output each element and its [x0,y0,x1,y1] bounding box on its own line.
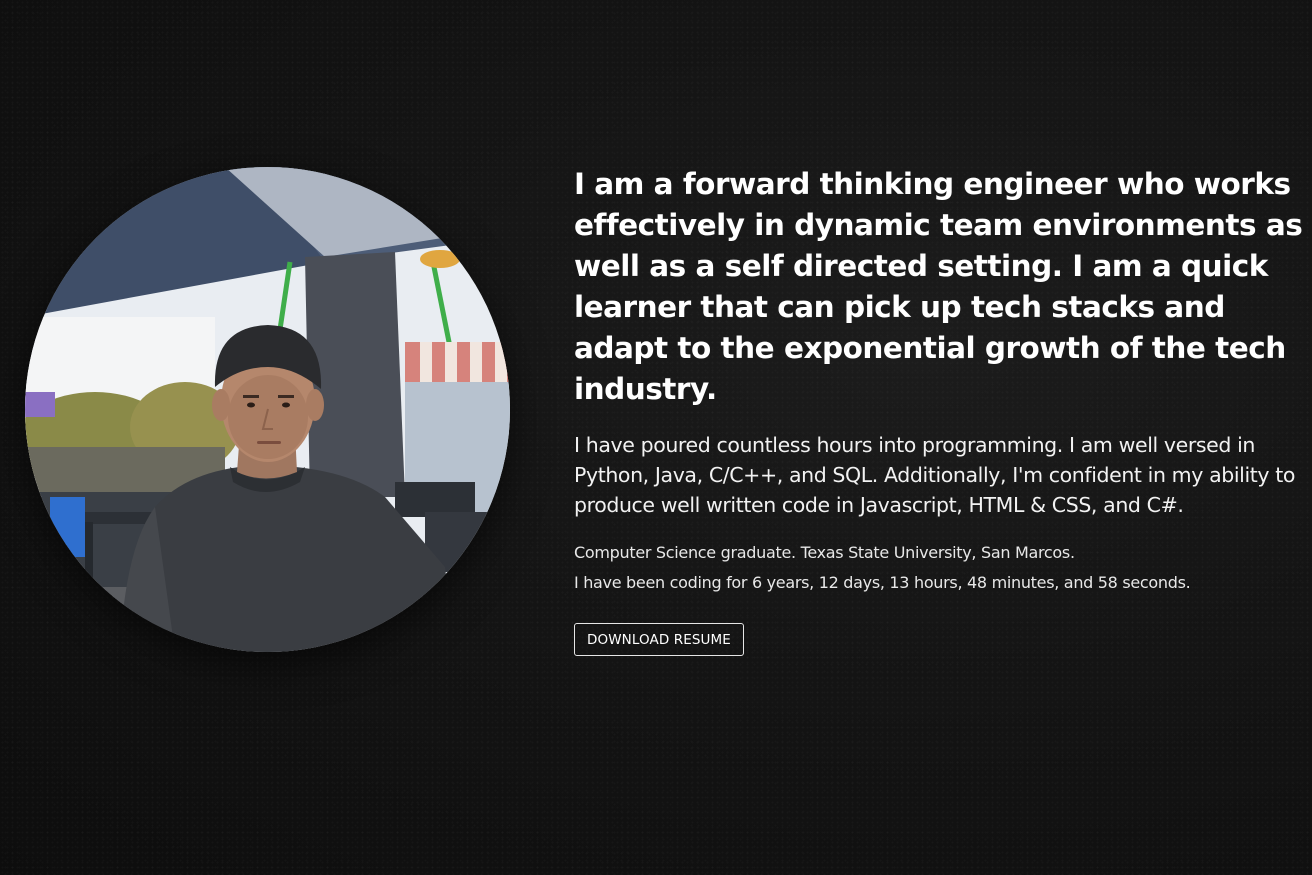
meta-info: Computer Science graduate. Texas State U… [574,538,1304,598]
download-resume-button[interactable]: DOWNLOAD RESUME [574,623,744,656]
coding-duration-line: I have been coding for 6 years, 12 days,… [574,573,1191,592]
about-headline: I am a forward thinking engineer who wor… [574,167,1303,406]
education-line: Computer Science graduate. Texas State U… [574,543,1075,562]
about-section: I am a forward thinking engineer who wor… [0,0,1312,875]
profile-photo [25,167,510,652]
skills-paragraph: I have poured countless hours into progr… [574,433,1296,517]
about-text: I am a forward thinking engineer who wor… [574,164,1304,656]
